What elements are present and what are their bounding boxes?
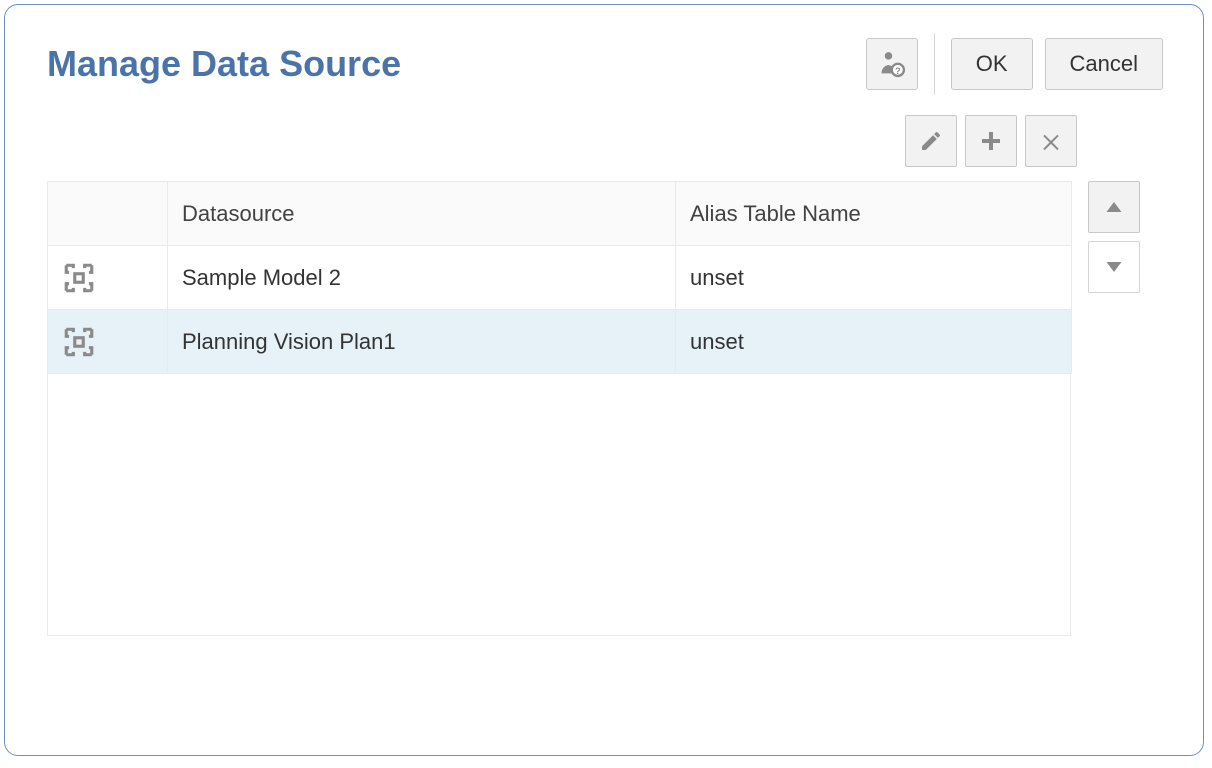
dialog-header: Manage Data Source ? OK Cancel — [5, 5, 1203, 105]
datasource-icon — [62, 325, 153, 359]
table-wrap: Datasource Alias Table Name Sample Model… — [47, 181, 1163, 636]
add-button[interactable] — [965, 115, 1017, 167]
x-icon — [1039, 129, 1063, 153]
table-row[interactable]: Sample Model 2unset — [48, 246, 1072, 310]
row-datasource: Planning Vision Plan1 — [168, 310, 676, 374]
row-alias: unset — [676, 246, 1072, 310]
row-icon-cell — [48, 246, 168, 310]
delete-button[interactable] — [1025, 115, 1077, 167]
manage-data-source-dialog: Manage Data Source ? OK Cancel — [4, 4, 1204, 756]
user-help-icon: ? — [878, 50, 906, 78]
row-alias: unset — [676, 310, 1072, 374]
table-empty-area — [47, 374, 1071, 636]
ok-button[interactable]: OK — [951, 38, 1033, 90]
row-datasource: Sample Model 2 — [168, 246, 676, 310]
header-buttons: ? OK Cancel — [866, 33, 1163, 95]
col-header-alias: Alias Table Name — [676, 182, 1072, 246]
triangle-up-icon — [1104, 197, 1124, 217]
dialog-body: Datasource Alias Table Name Sample Model… — [5, 105, 1203, 666]
help-button[interactable]: ? — [866, 38, 918, 90]
move-down-button[interactable] — [1088, 241, 1140, 293]
plus-icon — [979, 129, 1003, 153]
svg-text:?: ? — [895, 66, 901, 76]
move-up-button[interactable] — [1088, 181, 1140, 233]
triangle-down-icon — [1104, 257, 1124, 277]
edit-button[interactable] — [905, 115, 957, 167]
row-icon-cell — [48, 310, 168, 374]
table-header-row: Datasource Alias Table Name — [48, 182, 1072, 246]
col-header-datasource: Datasource — [168, 182, 676, 246]
separator — [934, 33, 935, 95]
datasource-icon — [62, 261, 153, 295]
pencil-icon — [919, 129, 943, 153]
dialog-title: Manage Data Source — [47, 43, 401, 85]
reorder-controls — [1088, 181, 1140, 293]
cancel-button[interactable]: Cancel — [1045, 38, 1163, 90]
table-container: Datasource Alias Table Name Sample Model… — [47, 181, 1072, 636]
table-toolbar — [47, 115, 1163, 167]
datasource-table: Datasource Alias Table Name Sample Model… — [47, 181, 1072, 374]
table-row[interactable]: Planning Vision Plan1unset — [48, 310, 1072, 374]
col-header-icon — [48, 182, 168, 246]
